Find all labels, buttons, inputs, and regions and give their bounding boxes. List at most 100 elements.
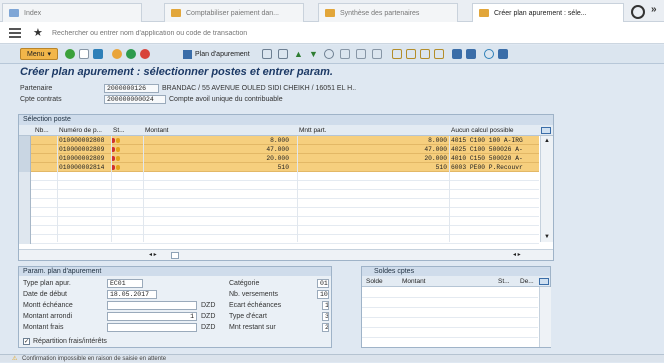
find-next-icon[interactable] bbox=[372, 49, 382, 59]
mntt-part-cell[interactable]: 8.000 bbox=[379, 136, 447, 145]
find-icon[interactable] bbox=[356, 49, 366, 59]
table-row[interactable]: 010000002809 20.000 20.000 4010 C150 500… bbox=[19, 154, 539, 163]
column-header[interactable]: Nb... bbox=[35, 125, 57, 136]
date-debut-field[interactable]: 18.05.2017 bbox=[107, 290, 157, 299]
previous-page-icon[interactable] bbox=[406, 49, 416, 59]
row-selector[interactable] bbox=[19, 208, 31, 217]
row-selector[interactable] bbox=[19, 172, 31, 181]
type-ecart-field[interactable]: 3 bbox=[322, 312, 329, 321]
vertical-scrollbar[interactable] bbox=[539, 287, 551, 347]
help-icon[interactable] bbox=[484, 49, 494, 59]
list-icon[interactable] bbox=[278, 49, 288, 59]
column-header[interactable]: Montant bbox=[145, 125, 205, 136]
back-arrow-icon[interactable] bbox=[112, 49, 122, 59]
row-selector[interactable] bbox=[19, 217, 31, 226]
param-title: Param. plan d'apurement bbox=[19, 267, 331, 276]
table-settings-icon[interactable] bbox=[541, 127, 551, 134]
restant-field[interactable]: 2 bbox=[322, 323, 329, 332]
scroll-right-icon[interactable]: ◂ ▸ bbox=[513, 251, 521, 258]
categorie-field[interactable]: 01 bbox=[317, 279, 329, 288]
tab-comptabiliser[interactable]: Comptabiliser paiement dan... bbox=[164, 3, 304, 22]
arrondi-field[interactable]: 1 bbox=[107, 312, 197, 321]
partenaire-field[interactable]: 2000000126 bbox=[104, 84, 159, 93]
circle-icon[interactable] bbox=[631, 5, 645, 19]
plan-apurement-button[interactable]: Plan d'apurement bbox=[183, 48, 250, 60]
row-selector[interactable] bbox=[19, 235, 31, 244]
sort-ascending-icon[interactable]: ▲ bbox=[294, 49, 304, 59]
menu-icon[interactable] bbox=[9, 28, 21, 38]
cancel-icon[interactable] bbox=[140, 49, 150, 59]
monitor-icon[interactable] bbox=[498, 49, 508, 59]
type-plan-label: Type plan apur. bbox=[23, 280, 71, 287]
tab-synthese[interactable]: Synthèse des partenaires bbox=[318, 3, 458, 22]
ecart-field[interactable]: 1 bbox=[322, 301, 329, 310]
arrondi-label: Montant arrondi bbox=[23, 313, 73, 320]
star-icon[interactable]: ★ bbox=[33, 26, 43, 39]
row-selector[interactable] bbox=[19, 136, 31, 145]
mntt-part-cell[interactable]: 20.000 bbox=[379, 154, 447, 163]
table-row[interactable]: 010000002814 510 510 6003 PE00 P.Recouvr bbox=[19, 163, 539, 172]
confirm-icon[interactable] bbox=[65, 49, 75, 59]
contrat-field[interactable]: 200000000024 bbox=[104, 95, 166, 104]
row-selector[interactable] bbox=[19, 163, 31, 172]
column-header[interactable]: St... bbox=[498, 276, 510, 287]
column-header[interactable]: Solde bbox=[366, 276, 383, 287]
column-header[interactable]: Numéro de p... bbox=[59, 125, 111, 136]
grid-icon[interactable] bbox=[262, 49, 272, 59]
first-page-icon[interactable] bbox=[392, 49, 402, 59]
row-selector[interactable] bbox=[19, 145, 31, 154]
row-selector[interactable] bbox=[19, 199, 31, 208]
frais-field[interactable] bbox=[107, 323, 197, 332]
partenaire-description: BRANDAC / 55 AVENUE OULED SIDI CHEIKH / … bbox=[162, 85, 357, 92]
tab-creer-plan[interactable]: Créer plan apurement : séle... bbox=[472, 3, 624, 22]
window-icon[interactable] bbox=[466, 49, 476, 59]
row-selector[interactable] bbox=[19, 190, 31, 199]
table-settings-icon[interactable] bbox=[539, 278, 549, 285]
empty-row bbox=[19, 217, 539, 226]
back-icon[interactable] bbox=[93, 49, 103, 59]
row-selector[interactable] bbox=[19, 154, 31, 163]
last-page-icon[interactable] bbox=[434, 49, 444, 59]
scroll-thumb[interactable] bbox=[171, 252, 179, 259]
save-icon[interactable] bbox=[79, 49, 89, 59]
next-page-icon[interactable] bbox=[420, 49, 430, 59]
column-header[interactable]: Montant bbox=[402, 276, 426, 287]
exit-icon[interactable] bbox=[126, 49, 136, 59]
type-plan-field[interactable]: EC01 bbox=[107, 279, 143, 288]
command-field[interactable] bbox=[52, 27, 372, 39]
column-header[interactable]: St... bbox=[113, 125, 133, 136]
tab-index[interactable]: Index bbox=[2, 3, 142, 22]
vertical-scrollbar[interactable]: ▲ ▼ bbox=[540, 136, 553, 242]
horizontal-scrollbar[interactable]: ◂ ▸ ◂ ▸ bbox=[19, 249, 553, 260]
scroll-down-icon[interactable]: ▼ bbox=[544, 234, 550, 240]
table-row[interactable]: 010000002809 47.000 47.000 4025 C100 500… bbox=[19, 145, 539, 154]
plan-label: Plan d'apurement bbox=[195, 50, 250, 58]
scroll-up-icon[interactable]: ▲ bbox=[544, 138, 550, 144]
repartition-checkbox[interactable]: ✓ bbox=[23, 338, 30, 345]
row-selector[interactable] bbox=[19, 226, 31, 235]
soldes-table: Soldes cptes Solde Montant St... De... bbox=[361, 266, 551, 348]
mntt-part-cell[interactable]: 510 bbox=[379, 163, 447, 172]
echeance-field[interactable] bbox=[107, 301, 197, 310]
more-tabs-icon[interactable]: » bbox=[651, 4, 657, 15]
scroll-left-icon[interactable]: ◂ ▸ bbox=[149, 251, 157, 258]
tab-label: Créer plan apurement : séle... bbox=[494, 9, 587, 17]
column-header[interactable]: De... bbox=[520, 276, 534, 287]
menu-button[interactable]: Menu ▾ bbox=[20, 48, 58, 60]
row-selector[interactable] bbox=[19, 181, 31, 190]
table-row[interactable]: 010000002808 8.000 8.000 4015 C100 100 A… bbox=[19, 136, 539, 145]
versements-field[interactable]: 10 bbox=[317, 290, 329, 299]
refresh-icon[interactable] bbox=[324, 49, 334, 59]
filter-icon[interactable]: ▼ bbox=[309, 49, 319, 59]
layout-icon[interactable] bbox=[452, 49, 462, 59]
empty-row bbox=[19, 199, 539, 208]
application-toolbar: Menu ▾ Plan d'apurement ▲ ▼ bbox=[0, 45, 664, 64]
date-debut-label: Date de début bbox=[23, 291, 67, 298]
column-header[interactable]: Aucun calcul possible bbox=[451, 125, 535, 136]
print-icon[interactable] bbox=[340, 49, 350, 59]
column-header[interactable]: Mntt part. bbox=[299, 125, 359, 136]
plan-icon bbox=[183, 49, 192, 59]
mntt-part-cell[interactable]: 47.000 bbox=[379, 145, 447, 154]
command-bar: ★ bbox=[0, 22, 664, 44]
numero-cell: 010000002808 bbox=[59, 137, 105, 144]
